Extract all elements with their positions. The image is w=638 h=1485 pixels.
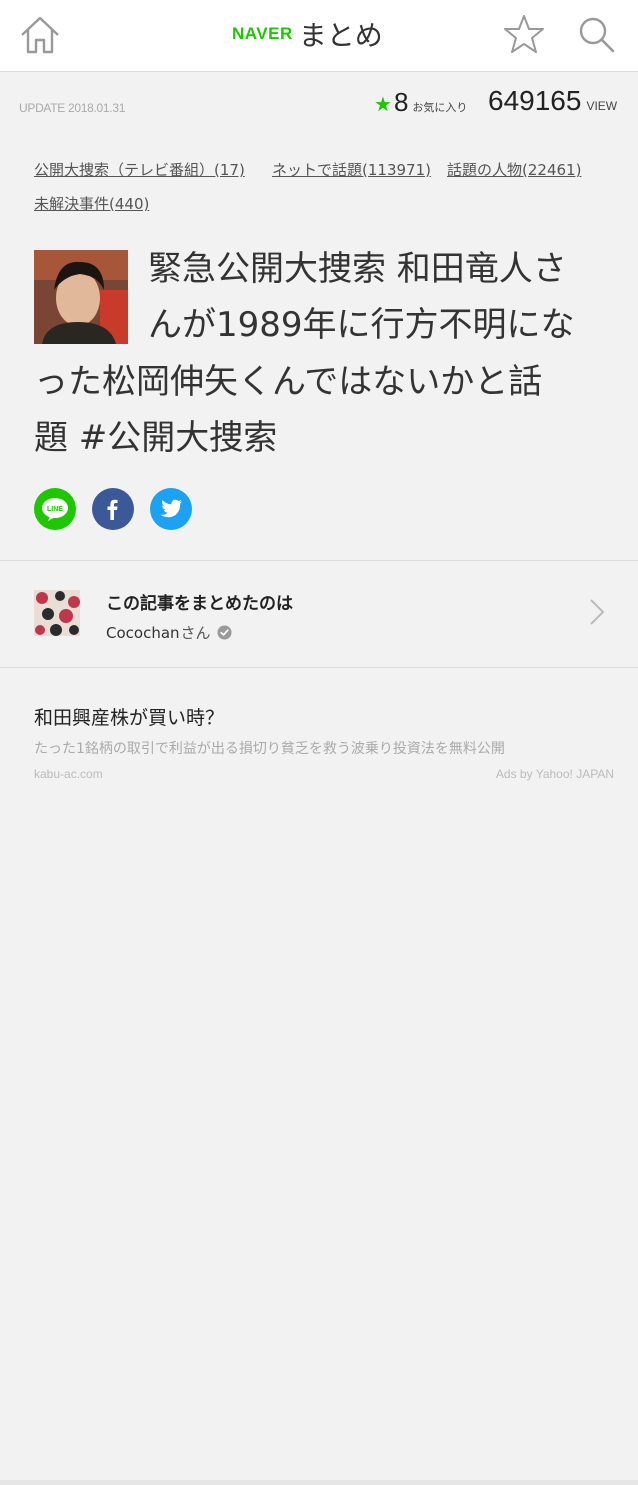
- author-name: Cocochan さん: [106, 622, 232, 643]
- star-outline-icon: [504, 15, 544, 53]
- verified-check-icon: [217, 625, 232, 640]
- ad-block[interactable]: 和田興産株が買い時？ たった1銘柄の取引で利益が出る損切り貧乏を救う波乗り投資法…: [0, 668, 638, 1485]
- article-thumbnail: [34, 250, 128, 344]
- share-facebook-button[interactable]: [92, 488, 134, 530]
- author-avatar: [34, 590, 80, 636]
- home-button[interactable]: [18, 14, 62, 56]
- logo-brand: NAVER: [232, 24, 293, 43]
- divider: [0, 1480, 638, 1485]
- view-label: VIEW: [586, 99, 618, 113]
- tag-link[interactable]: 公開大捜索（テレビ番組）(17): [34, 159, 245, 180]
- logo-text: まとめ: [298, 19, 383, 52]
- tag-link[interactable]: 話題の人物(22461): [447, 159, 581, 180]
- title-line: 緊急公開大捜索 和田竜人さ: [148, 249, 567, 289]
- tag-link[interactable]: ネットで話題(113971): [272, 159, 431, 180]
- author-name-suffix: さん: [180, 624, 211, 642]
- update-date: UPDATE 2018.01.31: [19, 101, 126, 115]
- facebook-icon: [107, 499, 118, 520]
- favorite-count-value: 8: [393, 87, 409, 117]
- star-filled-icon: ★: [374, 92, 392, 116]
- line-icon-text: LINE: [47, 506, 63, 513]
- favorite-count: ★ 8 お気に入り: [374, 87, 467, 118]
- view-count: 649165 VIEW: [488, 85, 617, 117]
- search-icon: [579, 17, 615, 53]
- ad-domain: kabu-ac.com: [34, 767, 103, 781]
- ad-description: たった1銘柄の取引で利益が出る損切り貧乏を救う波乗り投資法を無料公開: [34, 741, 505, 757]
- line-icon: LINE: [42, 498, 68, 521]
- author-name-text: Cocochan: [106, 623, 180, 642]
- favorite-button[interactable]: [502, 12, 546, 56]
- home-icon: [21, 16, 59, 54]
- view-count-value: 649165: [488, 85, 582, 116]
- ad-title[interactable]: 和田興産株が買い時？: [34, 703, 224, 730]
- author-card[interactable]: この記事をまとめたのは Cocochan さん: [0, 561, 638, 667]
- favorite-label: お気に入り: [412, 101, 468, 114]
- share-twitter-button[interactable]: [150, 488, 192, 530]
- tag-link[interactable]: 未解決事件(440): [34, 193, 149, 214]
- naver-matome-logo[interactable]: NAVER まとめ: [232, 16, 383, 52]
- article-meta: UPDATE 2018.01.31 ★ 8 お気に入り 649165 VIEW: [0, 73, 638, 139]
- share-line-button[interactable]: LINE: [34, 488, 76, 530]
- ad-provider[interactable]: Ads by Yahoo! JAPAN: [496, 767, 614, 781]
- title-line: った松岡伸矢くんではないかと話: [34, 362, 543, 402]
- app-header: NAVER まとめ: [0, 0, 638, 72]
- title-line: 題 #公開大捜索: [34, 418, 278, 458]
- twitter-icon: [160, 499, 182, 518]
- title-line: んが1989年に行方不明にな: [148, 305, 575, 345]
- author-heading: この記事をまとめたのは: [106, 594, 293, 614]
- search-button[interactable]: [574, 12, 618, 56]
- chevron-right-icon: [590, 599, 605, 625]
